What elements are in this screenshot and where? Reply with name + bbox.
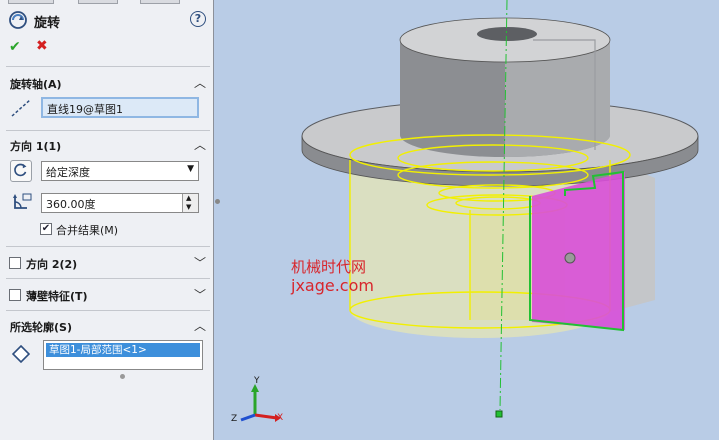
axis-endpoint[interactable] bbox=[495, 410, 503, 418]
graphics-viewport[interactable]: Y X Z bbox=[215, 0, 719, 440]
revolve-angle-input[interactable]: 360.00度 ▲ ▼ bbox=[41, 193, 199, 213]
contour-diamond-icon bbox=[12, 345, 30, 363]
property-manager: 旋转 ? ✔ ✖ 旋转轴(A) ︿ 直线19@草图1 方向 1(1) ︿ 给定深… bbox=[0, 0, 214, 440]
reverse-direction-button[interactable] bbox=[10, 160, 32, 182]
angle-icon bbox=[13, 193, 32, 209]
chevron-up-icon[interactable]: ︿ bbox=[194, 136, 206, 153]
watermark-url: jxage.com bbox=[291, 276, 374, 295]
angle-spinner[interactable]: ▲ ▼ bbox=[182, 194, 198, 212]
chevron-up-icon[interactable]: ︿ bbox=[194, 74, 206, 91]
thin-feature-checkbox[interactable] bbox=[9, 289, 21, 301]
coordinate-triad bbox=[240, 384, 281, 422]
thin-feature-label: 薄壁特征(T) bbox=[26, 290, 88, 303]
revolve-angle-value: 360.00度 bbox=[46, 198, 96, 211]
feature-title-row: 旋转 ? bbox=[8, 10, 206, 31]
rotation-axis-header[interactable]: 旋转轴(A) ︿ bbox=[6, 74, 210, 92]
boss-hole bbox=[477, 27, 537, 41]
chevron-up-icon[interactable]: ︿ bbox=[194, 317, 206, 334]
divider bbox=[6, 278, 210, 279]
triad-z-label: Z bbox=[231, 414, 238, 424]
list-item[interactable]: 草图1-局部范围<1> bbox=[46, 343, 200, 357]
axis-line-icon bbox=[11, 99, 31, 117]
rotation-axis-field[interactable]: 直线19@草图1 bbox=[41, 97, 199, 118]
cancel-x-icon[interactable]: ✖ bbox=[36, 38, 48, 54]
help-icon[interactable]: ? bbox=[190, 11, 206, 27]
reverse-direction-icon bbox=[14, 163, 27, 177]
dropdown-arrow-icon[interactable]: ▼ bbox=[187, 164, 194, 174]
property-manager-tab[interactable] bbox=[78, 0, 118, 4]
selected-contours-label: 所选轮廓(S) bbox=[10, 321, 72, 334]
direction2-label: 方向 2(2) bbox=[26, 258, 78, 271]
triad-y-label: Y bbox=[254, 376, 260, 386]
rotate-pivot-icon bbox=[564, 252, 576, 264]
merge-result-checkbox[interactable]: ✔ bbox=[40, 223, 52, 235]
end-condition-value: 给定深度 bbox=[46, 166, 90, 179]
configuration-manager-tab[interactable] bbox=[140, 0, 180, 4]
triad-x-label: X bbox=[277, 413, 284, 423]
merge-result-label: 合并结果(M) bbox=[56, 224, 119, 237]
divider bbox=[6, 130, 210, 131]
feature-manager-tab[interactable] bbox=[8, 0, 54, 4]
feature-title: 旋转 bbox=[34, 16, 61, 31]
divider bbox=[6, 246, 210, 247]
end-condition-select[interactable]: 给定深度 ▼ bbox=[41, 161, 199, 181]
spin-down-icon[interactable]: ▼ bbox=[186, 203, 191, 211]
chevron-down-icon[interactable]: ﹀ bbox=[194, 286, 206, 303]
direction1-label: 方向 1(1) bbox=[10, 140, 62, 153]
divider bbox=[6, 66, 210, 67]
selected-contours-list[interactable]: 草图1-局部范围<1> bbox=[43, 340, 203, 370]
manager-tabs bbox=[0, 0, 214, 4]
direction1-header[interactable]: 方向 1(1) ︿ bbox=[6, 136, 210, 154]
rotation-axis-label: 旋转轴(A) bbox=[10, 78, 62, 91]
divider bbox=[6, 310, 210, 311]
resize-grip[interactable] bbox=[120, 374, 125, 379]
model-preview bbox=[240, 0, 699, 422]
revolve-feature-icon bbox=[9, 11, 27, 29]
spin-up-icon[interactable]: ▲ bbox=[186, 194, 191, 202]
direction2-checkbox[interactable] bbox=[9, 257, 21, 269]
ok-check-icon[interactable]: ✔ bbox=[9, 39, 21, 55]
selected-contours-header[interactable]: 所选轮廓(S) ︿ bbox=[6, 317, 210, 335]
watermark-title: 机械时代网 bbox=[291, 258, 367, 276]
chevron-down-icon[interactable]: ﹀ bbox=[194, 254, 206, 271]
profile-face bbox=[532, 172, 625, 330]
